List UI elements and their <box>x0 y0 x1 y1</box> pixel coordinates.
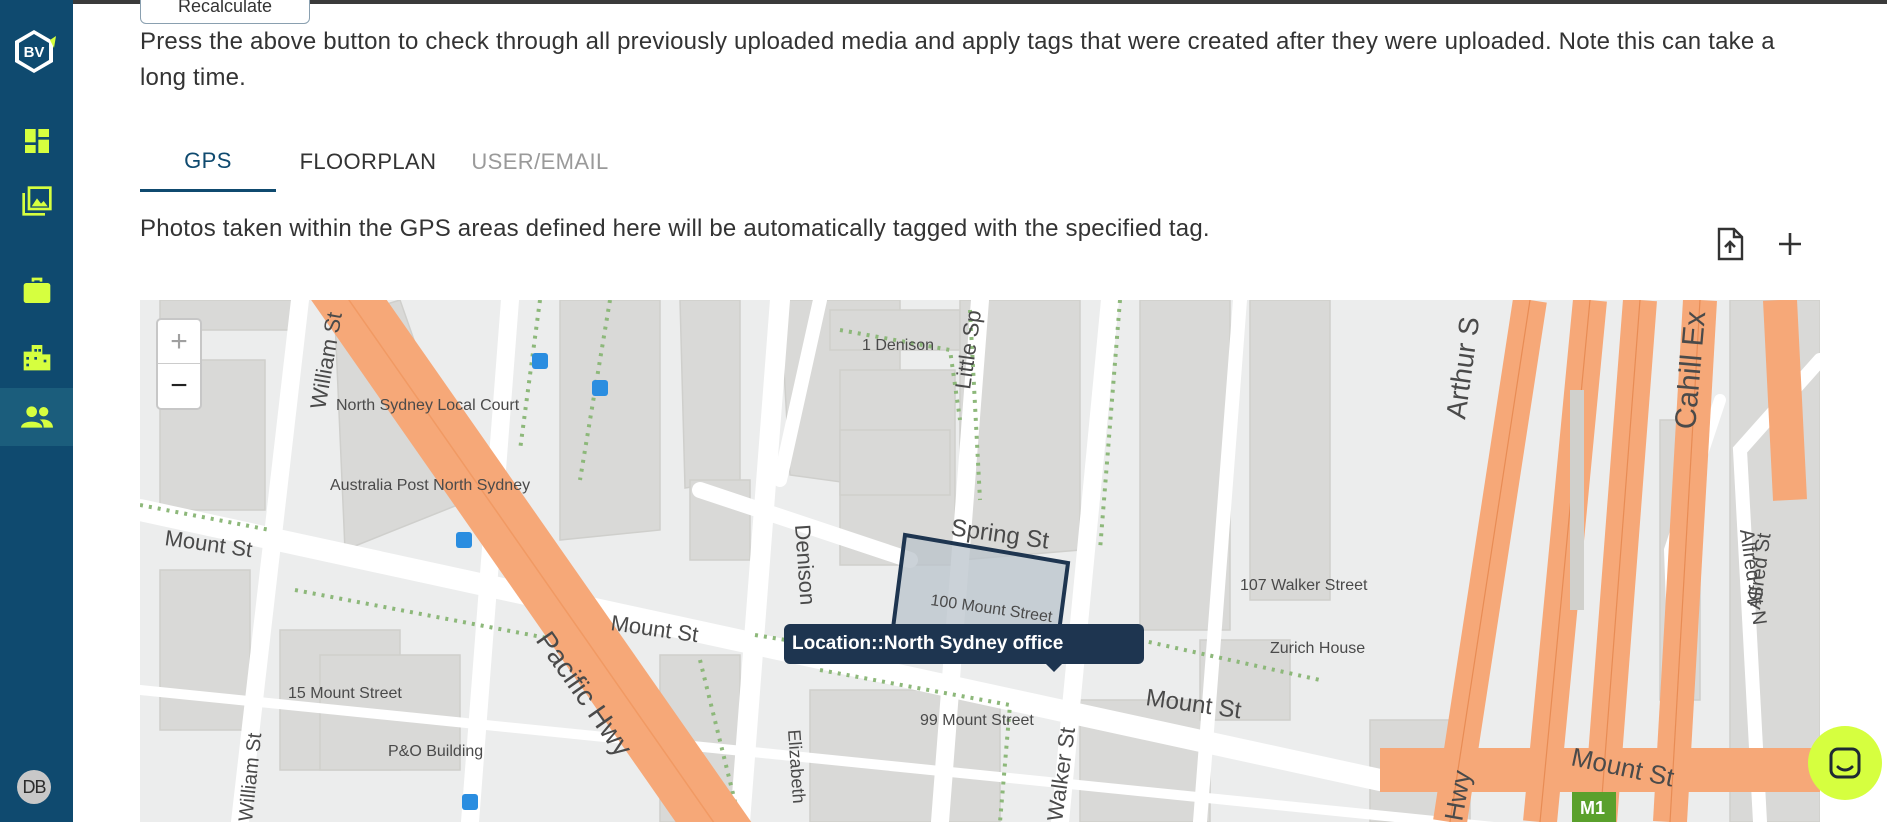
map-label-local-court: North Sydney Local Court <box>336 397 520 414</box>
sidebar-item-dashboard[interactable] <box>0 112 73 170</box>
tab-floorplan[interactable]: FLOORPLAN <box>276 132 460 192</box>
file-upload-icon[interactable] <box>1712 226 1748 262</box>
people-icon <box>20 406 53 428</box>
tab-gps[interactable]: GPS <box>140 132 276 192</box>
gps-map[interactable]: William St Mount St Mount St Mount St Mo… <box>140 300 1820 822</box>
map-label-m1: M1 <box>1580 798 1605 818</box>
map-label-australia-post: Australia Post North Sydney <box>330 477 530 494</box>
sidebar-item-buildings[interactable] <box>0 328 73 386</box>
map-label-15-mount-street: 15 Mount Street <box>288 685 402 702</box>
zoom-out-button[interactable]: − <box>158 364 200 408</box>
sidebar: BV DB <box>0 0 73 822</box>
chat-launcher-button[interactable] <box>1808 726 1882 800</box>
dashboard-icon <box>24 129 49 153</box>
map-label-107-walker-street: 107 Walker Street <box>1240 577 1368 594</box>
plus-icon[interactable] <box>1772 226 1808 262</box>
map-label-99-mount-street: 99 Mount Street <box>920 712 1034 729</box>
zoom-in-button[interactable]: + <box>158 320 200 364</box>
map-canvas[interactable]: William St Mount St Mount St Mount St Mo… <box>140 300 1820 822</box>
tab-user-email: USER/EMAIL <box>471 149 609 174</box>
photo-library-icon <box>21 186 52 216</box>
svg-text:BV: BV <box>24 44 45 61</box>
recalculate-description: Press the above button to check through … <box>140 28 1775 91</box>
map-label-1-denison: 1 Denison <box>862 337 934 354</box>
briefcase-icon <box>23 277 50 303</box>
sidebar-item-gallery[interactable] <box>0 172 73 230</box>
location-tag-tooltip: Location::North Sydney office <box>784 624 1144 672</box>
recalculate-button[interactable]: Recalculate <box>140 0 310 24</box>
app-logo[interactable]: BV <box>10 28 58 74</box>
map-label-zurich-house: Zurich House <box>1270 640 1365 657</box>
sidebar-item-projects[interactable] <box>0 262 73 320</box>
map-zoom-control: + − <box>156 318 202 410</box>
chat-icon <box>1829 747 1861 779</box>
tab-bar: GPS FLOORPLAN USER/EMAIL <box>140 132 620 192</box>
map-label-po-building: P&O Building <box>388 743 483 760</box>
sidebar-item-users[interactable] <box>0 388 73 446</box>
user-avatar[interactable]: DB <box>17 770 51 804</box>
building-icon <box>23 345 50 371</box>
gps-description: Photos taken within the GPS areas define… <box>140 215 1210 242</box>
